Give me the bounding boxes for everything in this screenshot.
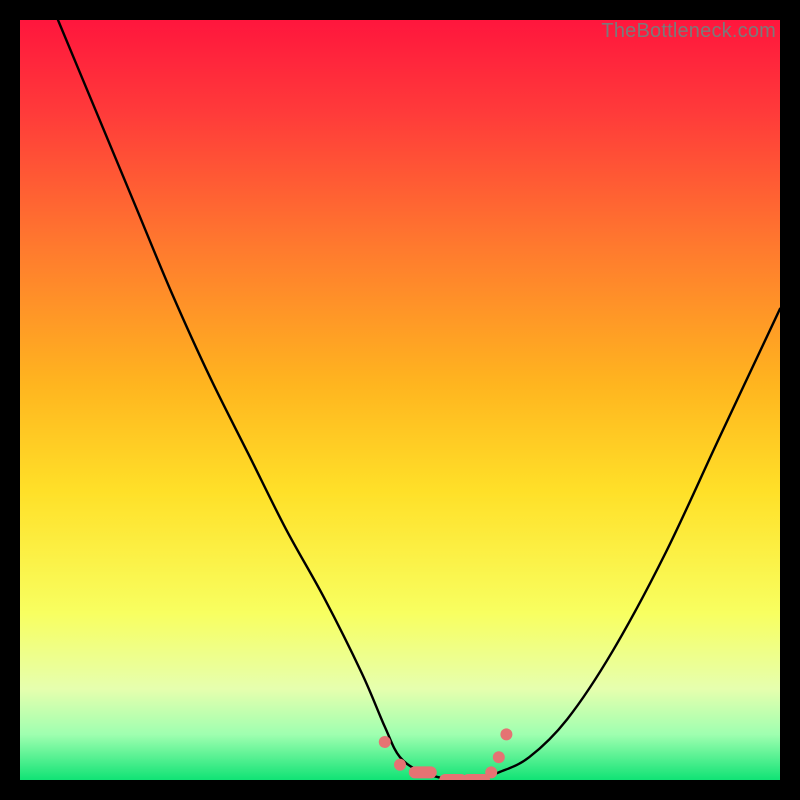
marker-dot (500, 728, 512, 740)
marker-dot (394, 759, 406, 771)
marker-dot (493, 751, 505, 763)
chart-frame: TheBottleneck.com (20, 20, 780, 780)
marker-dot (379, 736, 391, 748)
plot-svg (20, 20, 780, 780)
marker-dot (485, 766, 497, 778)
watermark-text: TheBottleneck.com (601, 20, 776, 43)
gradient-background (20, 20, 780, 780)
marker-pill (409, 766, 437, 778)
